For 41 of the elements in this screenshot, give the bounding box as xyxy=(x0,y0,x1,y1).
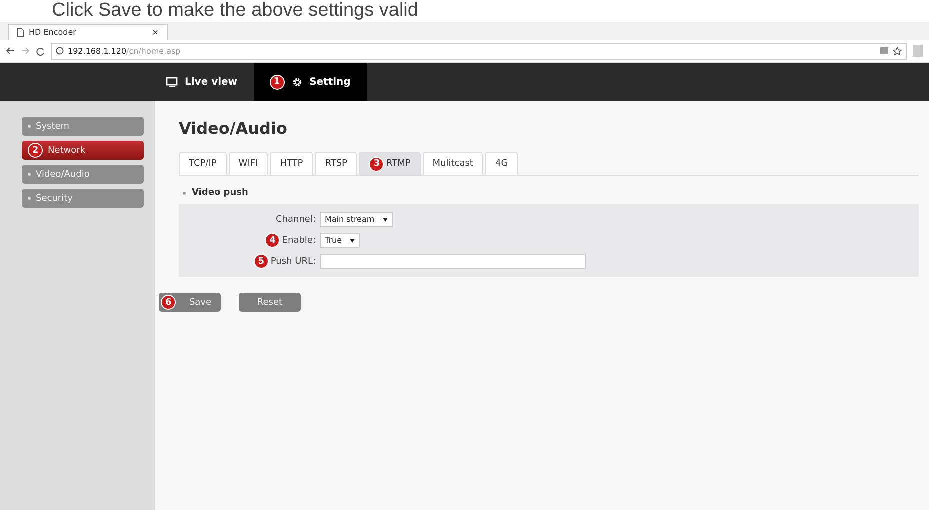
monitor-icon xyxy=(166,76,178,88)
field-label: Channel: xyxy=(276,214,316,224)
tab[interactable]: 4G xyxy=(485,152,518,175)
step-number-badge: 3 xyxy=(369,156,384,172)
section-title: Video push xyxy=(192,188,248,198)
address-bar[interactable]: 192.168.1.120/cn/home.asp xyxy=(51,42,907,60)
url-input-field[interactable] xyxy=(320,254,586,269)
dropdown[interactable]: True xyxy=(320,233,360,248)
dropdown-arrow-icon xyxy=(382,218,388,222)
step-number-badge: 2 xyxy=(28,143,43,158)
form-button[interactable]: 6 Save xyxy=(159,293,221,312)
step-number-badge: 6 xyxy=(161,295,176,310)
form-button[interactable]: Reset xyxy=(239,293,301,312)
tab[interactable]: WIFI xyxy=(228,152,268,175)
sidebar-item[interactable]: 2 Network xyxy=(22,141,144,160)
page-icon xyxy=(17,28,24,37)
tab[interactable]: RTSP xyxy=(315,152,358,175)
page-title: Video/Audio xyxy=(179,119,288,138)
back-arrow-icon[interactable] xyxy=(6,47,15,55)
step-number-badge: 1 xyxy=(270,74,285,90)
tab[interactable]: Mulitcast xyxy=(422,152,484,175)
field-label: Push URL: xyxy=(270,256,316,266)
tab[interactable]: TCP/IP xyxy=(179,152,227,175)
browser-tab[interactable]: HD Encoder × xyxy=(8,24,168,40)
instruction-caption: Click Save to make the above settings valid xyxy=(51,0,420,22)
bullet-icon xyxy=(183,192,186,194)
reload-icon[interactable] xyxy=(36,46,45,56)
field-label: Enable: xyxy=(282,236,316,246)
info-icon xyxy=(56,47,64,55)
step-number-badge: 4 xyxy=(265,233,280,248)
tab[interactable]: 3 RTMP xyxy=(359,152,421,175)
nav-tab[interactable]: 1 Setting xyxy=(254,63,367,101)
dropdown-arrow-icon xyxy=(350,238,355,242)
dropdown[interactable]: Main stream xyxy=(320,212,393,227)
close-icon[interactable]: × xyxy=(152,28,159,37)
tab[interactable]: HTTP xyxy=(270,152,314,175)
gear-icon xyxy=(292,76,303,88)
nav-tab[interactable]: Live view xyxy=(150,63,254,101)
forward-arrow-icon[interactable] xyxy=(21,47,30,55)
step-number-badge: 5 xyxy=(254,254,269,269)
star-icon[interactable] xyxy=(893,46,902,56)
